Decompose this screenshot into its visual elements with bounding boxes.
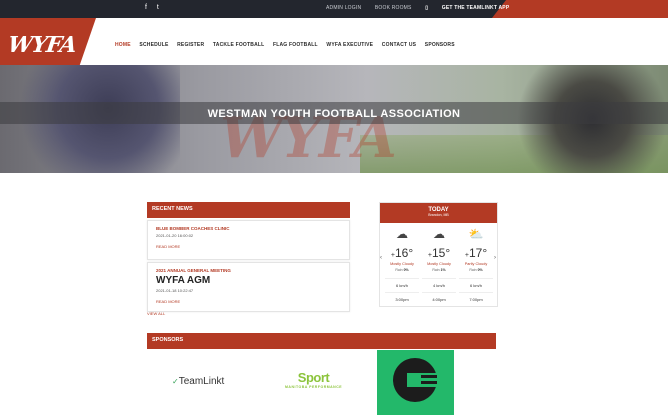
sponsors-section: SPONSORS ✓TeamLinkt Sport MANITOBA PERFO… bbox=[147, 333, 496, 415]
temp-value: 17° bbox=[468, 246, 488, 260]
forecast-time: 7:00pm bbox=[459, 292, 493, 302]
sponsors-heading: SPONSORS bbox=[147, 333, 496, 349]
temp-value: 16° bbox=[394, 246, 414, 260]
news-item: BLUE BOMBER COACHES CLINIC 2021-01-20 16… bbox=[147, 220, 350, 260]
cloudy-icon: ☁ bbox=[396, 227, 408, 241]
forecast-condition: Mostly Cloudy bbox=[427, 262, 451, 266]
news-item-title[interactable]: 2021 ANNUAL GENERAL MEETING bbox=[156, 268, 341, 273]
admin-login-link[interactable]: ADMIN LOGIN bbox=[326, 5, 361, 11]
forecast-temp: +15° bbox=[422, 246, 456, 260]
rain-label: Rain bbox=[469, 268, 477, 272]
recent-news-heading: RECENT NEWS bbox=[147, 202, 350, 218]
top-links: ADMIN LOGIN BOOK ROOMS ▯ GET THE TEAMLIN… bbox=[326, 5, 533, 11]
top-bar: f t ADMIN LOGIN BOOK ROOMS ▯ GET THE TEA… bbox=[0, 0, 668, 18]
nav-flag-football[interactable]: FLAG FOOTBALL bbox=[273, 42, 318, 48]
sponsor-name: Sport bbox=[297, 370, 330, 385]
nav-contact-us[interactable]: CONTACT US bbox=[382, 42, 416, 48]
nav-wyfa-executive[interactable]: WYFA EXECUTIVE bbox=[326, 42, 373, 48]
sponsor-logo-green[interactable] bbox=[377, 350, 454, 415]
temp-value: 15° bbox=[431, 246, 451, 260]
weather-forecast: ☁ +16° Mostly Cloudy Rain 0% 6 km/h 3:00… bbox=[385, 227, 493, 302]
sponsor-sport-manitoba[interactable]: Sport MANITOBA PERFORMANCE bbox=[285, 370, 342, 389]
recent-news: RECENT NEWS BLUE BOMBER COACHES CLINIC 2… bbox=[147, 202, 350, 312]
hero-title: WESTMAN YOUTH FOOTBALL ASSOCIATION bbox=[207, 108, 461, 120]
check-icon: ✓ bbox=[172, 377, 179, 386]
get-app-label: GET THE TEAMLINKT APP bbox=[441, 5, 510, 11]
hero-banner: WYFA WESTMAN YOUTH FOOTBALL ASSOCIATION bbox=[0, 65, 668, 173]
cloudy-icon: ☁ bbox=[433, 227, 445, 241]
logo-text: WYFA bbox=[6, 32, 78, 58]
forecast-wind: 6 km/h bbox=[459, 278, 493, 288]
sponsor-logo-bar bbox=[421, 375, 437, 378]
nav-home[interactable]: HOME bbox=[115, 42, 131, 48]
news-item-date: 2021-01-20 16:00:02 bbox=[156, 233, 194, 238]
forecast-rain: Rain 0% bbox=[385, 268, 419, 272]
rain-value: 0% bbox=[403, 268, 409, 272]
nav-tackle-football[interactable]: TACKLE FOOTBALL bbox=[213, 42, 265, 48]
sponsor-logo-bar bbox=[421, 381, 437, 384]
sponsor-name: TeamLinkt bbox=[178, 376, 225, 387]
news-item-date: 2021-01-18 10:22:47 bbox=[156, 288, 194, 293]
rain-value: 0% bbox=[477, 268, 483, 272]
weather-location: Brandon, MB bbox=[428, 213, 449, 217]
social-links: f t bbox=[145, 4, 167, 11]
forecast-wind: 6 km/h bbox=[385, 278, 419, 288]
news-item-headline: WYFA AGM bbox=[156, 275, 211, 286]
weather-heading: TODAY bbox=[428, 207, 449, 213]
rain-value: 1% bbox=[440, 268, 446, 272]
facebook-icon[interactable]: f bbox=[145, 4, 147, 11]
forecast-wind: 4 km/h bbox=[422, 278, 456, 288]
view-all-news-link[interactable]: VIEW ALL bbox=[147, 311, 165, 316]
news-item-title[interactable]: BLUE BOMBER COACHES CLINIC bbox=[156, 226, 341, 231]
forecast-time: 4:00pm bbox=[422, 292, 456, 302]
forecast-rain: Rain 0% bbox=[459, 268, 493, 272]
main-nav: HOME SCHEDULE REGISTER TACKLE FOOTBALL F… bbox=[115, 42, 462, 48]
read-more-link[interactable]: READ MORE bbox=[156, 299, 341, 304]
read-more-link[interactable]: READ MORE bbox=[156, 244, 341, 249]
forecast-slot: ☁ +15° Mostly Cloudy Rain 1% 4 km/h 4:00… bbox=[422, 227, 456, 302]
twitter-icon[interactable]: t bbox=[157, 4, 159, 11]
weather-next-icon[interactable]: › bbox=[494, 255, 496, 261]
forecast-slot: ☁ +16° Mostly Cloudy Rain 0% 6 km/h 3:00… bbox=[385, 227, 419, 302]
forecast-slot: ⛅ +17° Partly Cloudy Rain 0% 6 km/h 7:00… bbox=[459, 227, 493, 302]
rain-label: Rain bbox=[432, 268, 440, 272]
rain-label: Rain bbox=[395, 268, 403, 272]
nav-schedule[interactable]: SCHEDULE bbox=[139, 42, 168, 48]
forecast-time: 3:00pm bbox=[385, 292, 419, 302]
get-app-link[interactable]: ▯ GET THE TEAMLINKT APP bbox=[425, 5, 521, 11]
weather-header: TODAY Brandon, MB bbox=[380, 203, 497, 223]
sponsor-teamlinkt[interactable]: ✓TeamLinkt bbox=[172, 376, 224, 387]
nav-sponsors[interactable]: SPONSORS bbox=[425, 42, 455, 48]
forecast-condition: Partly Cloudy bbox=[464, 262, 488, 266]
phone-icon: ▯ bbox=[425, 5, 429, 11]
forecast-temp: +16° bbox=[385, 246, 419, 260]
forecast-condition: Mostly Cloudy bbox=[390, 262, 414, 266]
site-logo[interactable]: WYFA bbox=[0, 18, 96, 68]
book-rooms-link[interactable]: BOOK ROOMS bbox=[375, 5, 412, 11]
weather-prev-icon[interactable]: ‹ bbox=[380, 255, 382, 261]
sponsor-subtitle: MANITOBA PERFORMANCE bbox=[285, 385, 343, 389]
nav-register[interactable]: REGISTER bbox=[177, 42, 204, 48]
news-item: 2021 ANNUAL GENERAL MEETING WYFA AGM 202… bbox=[147, 262, 350, 312]
partly-cloudy-icon: ⛅ bbox=[468, 227, 484, 241]
forecast-rain: Rain 1% bbox=[422, 268, 456, 272]
forecast-temp: +17° bbox=[459, 246, 493, 260]
weather-widget: TODAY Brandon, MB ‹ › ☁ +16° Mostly Clou… bbox=[379, 202, 498, 307]
